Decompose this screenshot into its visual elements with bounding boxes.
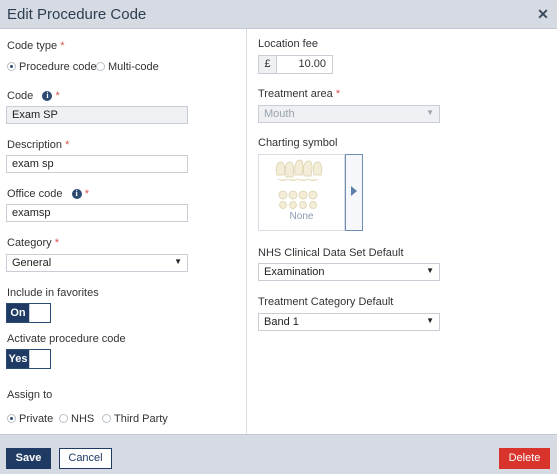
nhs-default-value: Examination	[264, 266, 325, 278]
teeth-diagram-icon	[275, 159, 323, 209]
caret-down-icon: ▼	[426, 266, 434, 275]
category-select-value: General	[12, 257, 52, 269]
office-code-label: Office code i *	[7, 188, 89, 200]
radio-label: NHS	[71, 413, 95, 425]
arrow-right-icon	[351, 186, 357, 196]
category-label: Category *	[7, 237, 59, 249]
activate-toggle[interactable]: Yes	[6, 349, 51, 369]
radio-multi-code[interactable]: Multi-code	[96, 61, 159, 73]
treatment-area-label-text: Treatment area	[258, 88, 333, 100]
cancel-button[interactable]: Cancel	[59, 448, 112, 469]
radio-button[interactable]	[102, 414, 111, 423]
code-label-text: Code	[7, 90, 34, 102]
required-marker: *	[60, 40, 65, 52]
left-column: Code type * Procedure code Multi-code Co…	[0, 29, 247, 434]
office-code-field[interactable]: examsp	[6, 204, 188, 222]
radio-button[interactable]	[59, 414, 68, 423]
caret-down-icon: ▼	[174, 257, 182, 266]
radio-label: Multi-code	[108, 61, 159, 73]
toggle-on-label: Yes	[7, 350, 29, 368]
treatment-category-label: Treatment Category Default	[258, 296, 394, 308]
info-icon[interactable]: i	[71, 189, 82, 199]
radio-third-party[interactable]: Third Party	[102, 413, 168, 425]
charting-symbol-preview: None	[258, 154, 345, 231]
radio-label: Private	[19, 413, 54, 425]
location-fee-label: Location fee	[258, 38, 318, 50]
charting-symbol-value: None	[289, 211, 314, 222]
category-select[interactable]: General ▼	[6, 254, 188, 272]
description-field[interactable]: exam sp	[6, 155, 188, 173]
treatment-area-label: Treatment area *	[258, 88, 340, 100]
delete-button[interactable]: Delete	[499, 448, 550, 469]
code-label: Code i *	[7, 90, 60, 102]
caret-down-icon: ▼	[426, 316, 434, 325]
category-label-text: Category	[7, 237, 52, 249]
info-icon[interactable]: i	[42, 91, 53, 101]
activate-label: Activate procedure code	[7, 333, 126, 345]
location-fee-value[interactable]: 10.00	[277, 56, 332, 73]
description-label: Description *	[7, 139, 69, 151]
description-label-text: Description	[7, 139, 63, 151]
required-marker: *	[54, 237, 59, 249]
nhs-default-select[interactable]: Examination ▼	[258, 263, 440, 281]
close-icon[interactable]: ✕	[536, 6, 550, 23]
required-marker: *	[84, 188, 89, 200]
dialog-header: Edit Procedure Code ✕	[0, 0, 557, 29]
caret-down-icon: ▼	[426, 108, 434, 117]
right-column: Location fee £ 10.00 Treatment area * Mo…	[248, 29, 557, 434]
required-marker: *	[55, 90, 60, 102]
office-code-label-text: Office code	[7, 188, 63, 200]
toggle-knob	[29, 350, 50, 368]
radio-label: Third Party	[114, 413, 168, 425]
dialog-title: Edit Procedure Code	[7, 5, 147, 23]
edit-procedure-code-dialog: Edit Procedure Code ✕ Code type * Proced…	[0, 0, 557, 474]
radio-nhs[interactable]: NHS	[59, 413, 94, 425]
treatment-area-select: Mouth ▼	[258, 105, 440, 123]
required-marker: *	[335, 88, 341, 100]
code-field[interactable]: Exam SP	[6, 106, 188, 124]
radio-button-selected[interactable]	[7, 62, 16, 71]
radio-label: Procedure code	[19, 61, 97, 73]
toggle-on-label: On	[7, 304, 29, 322]
favorites-toggle[interactable]: On	[6, 303, 51, 323]
required-marker: *	[65, 139, 70, 151]
toggle-knob	[29, 304, 50, 322]
save-button[interactable]: Save	[6, 448, 51, 469]
currency-symbol: £	[259, 56, 277, 73]
treatment-area-value: Mouth	[264, 108, 295, 120]
location-fee-field[interactable]: £ 10.00	[258, 55, 333, 74]
charting-symbol-next-button[interactable]	[345, 154, 363, 231]
radio-private[interactable]: Private	[7, 413, 53, 425]
code-type-label: Code type *	[7, 40, 65, 52]
radio-procedure-code[interactable]: Procedure code	[7, 61, 97, 73]
radio-button-selected[interactable]	[7, 414, 16, 423]
treatment-category-value: Band 1	[264, 316, 299, 328]
dialog-footer: Save Cancel Delete	[0, 434, 557, 474]
code-type-label-text: Code type	[7, 40, 58, 52]
dialog-body: Code type * Procedure code Multi-code Co…	[0, 29, 557, 434]
charting-symbol-label: Charting symbol	[258, 137, 338, 149]
radio-button[interactable]	[96, 62, 105, 71]
assign-to-label: Assign to	[7, 389, 53, 401]
favorites-label: Include in favorites	[7, 287, 99, 299]
treatment-category-select[interactable]: Band 1 ▼	[258, 313, 440, 331]
nhs-default-label: NHS Clinical Data Set Default	[258, 247, 404, 259]
